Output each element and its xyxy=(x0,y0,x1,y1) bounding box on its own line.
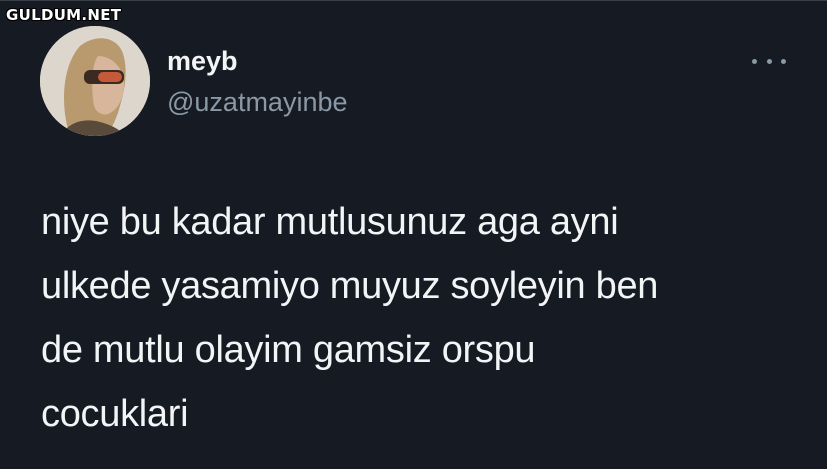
dot-icon xyxy=(781,58,786,64)
avatar[interactable] xyxy=(40,26,150,136)
tweet-text: niye bu kadar mutlusunuz aga ayni ulkede… xyxy=(41,190,781,446)
tweet-text-line: de mutlu olayim gamsiz orspu xyxy=(41,329,536,371)
tweet-text-line: cocuklari xyxy=(41,393,189,435)
author-handle[interactable]: @uzatmayinbe xyxy=(167,87,348,118)
tweet-text-line: ulkede yasamiyo muyuz soyleyin ben xyxy=(41,265,659,307)
dot-icon xyxy=(766,58,772,64)
top-divider xyxy=(0,0,827,1)
tweet-text-line: niye bu kadar mutlusunuz aga ayni xyxy=(41,201,619,243)
author-display-name[interactable]: meyb xyxy=(167,46,238,77)
watermark-logo: GULDUM.NET xyxy=(6,6,122,24)
dot-icon xyxy=(752,58,757,64)
more-options-icon[interactable] xyxy=(752,53,786,69)
profile-avatar-image xyxy=(40,26,150,136)
